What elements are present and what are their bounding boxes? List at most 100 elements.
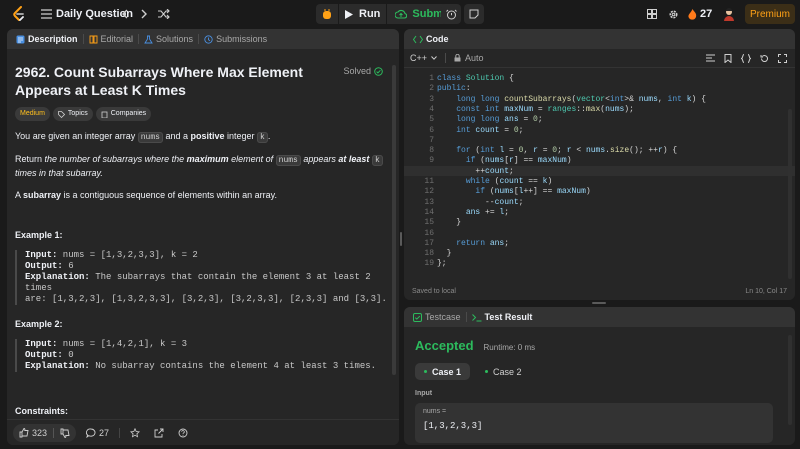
horizontal-splitter-handle[interactable] [592, 302, 606, 304]
code-editor[interactable]: 12345678910111213141516171819 class Solu… [404, 71, 795, 300]
code-line: if (nums[l++] == maxNum) [475, 187, 591, 197]
comments-button[interactable]: 27 [86, 428, 109, 438]
code-header: Code [404, 29, 795, 49]
terminal-icon [471, 313, 482, 321]
accepted-status: Accepted [415, 338, 474, 353]
line-number: 2 [429, 84, 434, 94]
mode-label[interactable]: Auto [465, 53, 484, 63]
cursor-position: Ln 10, Col 17 [745, 287, 787, 295]
tab-code[interactable]: Code [408, 29, 454, 49]
problem-list-icon[interactable] [36, 4, 56, 24]
chevron-right-icon[interactable] [134, 4, 154, 24]
chevron-down-icon [431, 56, 437, 60]
code-line: long long ans = 0; [456, 115, 543, 125]
gear-icon[interactable] [663, 4, 683, 24]
building-icon [101, 111, 108, 118]
tab-editorial[interactable]: Editorial [84, 29, 139, 49]
pass-dot-icon [424, 370, 427, 373]
braces-icon[interactable] [741, 53, 751, 63]
code-icon [413, 35, 423, 43]
tab-test-result[interactable]: Test Result [467, 307, 538, 327]
example-1-title: Example 1: [15, 230, 63, 240]
code-line: } [437, 218, 462, 228]
language-select[interactable]: C++ [410, 53, 437, 63]
save-status: Saved to local [412, 287, 456, 295]
line-number: 19 [424, 259, 434, 269]
result-tabs: Testcase Test Result [404, 307, 795, 327]
thumbs-down-icon[interactable] [60, 428, 70, 438]
run-button[interactable]: Run [339, 4, 386, 24]
logo-icon[interactable] [12, 6, 26, 22]
streak-counter[interactable]: 27 [688, 4, 712, 24]
tab-solutions[interactable]: Solutions [139, 29, 198, 49]
code-line: long long countSubarrays(vector<int>& nu… [456, 94, 706, 104]
thumbs-up-icon[interactable] [19, 427, 29, 438]
input-variable-value: [1,3,2,3,3] [423, 421, 483, 431]
case-1-tab[interactable]: Case 1 [415, 363, 471, 380]
code-line: public: [437, 84, 471, 94]
notes-icon[interactable] [464, 4, 484, 24]
input-label: Input: [25, 250, 58, 260]
format-icon[interactable] [706, 54, 715, 62]
constraints-title: Constraints: [15, 406, 69, 416]
share-icon[interactable] [154, 428, 164, 438]
example-2-title: Example 2: [15, 319, 63, 329]
input-label: Input: [25, 339, 58, 349]
line-number: 15 [424, 218, 434, 228]
tab-description[interactable]: Description [11, 29, 83, 49]
check-circle-icon [374, 66, 383, 76]
pass-dot-icon [485, 370, 489, 373]
top-bar: Daily Question Run Submit 27 Premium [0, 0, 800, 28]
case-2-label: Case 2 [493, 366, 522, 377]
explanation-text: are: [1,3,2,3], [1,3,2,3,3], [3,2,3], [3… [25, 294, 387, 304]
paragraph-subarray: A subarray is a contiguous sequence of e… [15, 189, 387, 201]
play-icon [345, 9, 353, 19]
difficulty-badge[interactable]: Medium [15, 107, 50, 121]
tab-testcase[interactable]: Testcase [408, 307, 466, 327]
solved-status: Solved [343, 65, 383, 77]
result-summary: Accepted Runtime: 0 ms [415, 338, 535, 353]
code-line: ++count; [437, 166, 514, 176]
tab-editorial-label: Editorial [100, 34, 134, 44]
line-number: 16 [424, 228, 434, 238]
code-line: while (count == k) [465, 177, 553, 186]
italic-text: the number of subarrays where the [44, 154, 187, 164]
text: You are given an integer array [15, 131, 138, 141]
chevron-left-icon[interactable] [114, 4, 134, 24]
result-panel: Testcase Test Result Accepted Runtime: 0… [404, 307, 795, 445]
reset-icon[interactable] [760, 54, 769, 63]
problem-title: 2962. Count Subarrays Where Max Element … [15, 64, 303, 98]
line-number: 7 [429, 135, 434, 145]
help-icon[interactable] [178, 428, 188, 438]
debug-icon[interactable] [316, 4, 338, 24]
bookmark-icon[interactable] [724, 53, 732, 63]
tag-row: Medium Topics Companies [15, 107, 387, 121]
case-2-tab[interactable]: Case 2 [476, 363, 531, 380]
example-1-block: Input: nums = [1,3,2,3,3], k = 2 Output:… [15, 250, 387, 305]
description-scrollbar[interactable] [392, 65, 396, 375]
timer-icon[interactable] [441, 4, 461, 24]
companies-chip[interactable]: Companies [95, 107, 152, 121]
output-value: 0 [62, 350, 74, 360]
layout-icon[interactable] [642, 4, 662, 24]
expand-icon[interactable] [778, 53, 787, 63]
bold-italic-text: maximum [186, 154, 229, 164]
topics-chip[interactable]: Topics [52, 107, 93, 121]
code-scrollbar[interactable] [788, 109, 792, 279]
code-status-bar: Saved to local Ln 10, Col 17 [404, 282, 795, 300]
language-label: C++ [410, 53, 428, 63]
premium-button[interactable]: Premium [745, 4, 795, 24]
vertical-splitter-handle[interactable] [400, 232, 402, 246]
star-icon[interactable] [130, 427, 141, 438]
comment-count: 27 [99, 427, 110, 438]
paragraph-intro: You are given an integer array nums and … [15, 130, 387, 144]
avatar[interactable] [720, 5, 738, 23]
runtime-label: Runtime: 0 ms [483, 343, 536, 352]
shuffle-icon[interactable] [154, 4, 174, 24]
tab-submissions[interactable]: Submissions [199, 29, 272, 49]
run-label: Run [359, 8, 381, 20]
description-panel: Description Editorial Solutions Submissi… [7, 29, 399, 445]
result-scrollbar[interactable] [788, 335, 792, 425]
description-footer: 323 27 [7, 419, 399, 445]
text: and a [162, 131, 191, 141]
